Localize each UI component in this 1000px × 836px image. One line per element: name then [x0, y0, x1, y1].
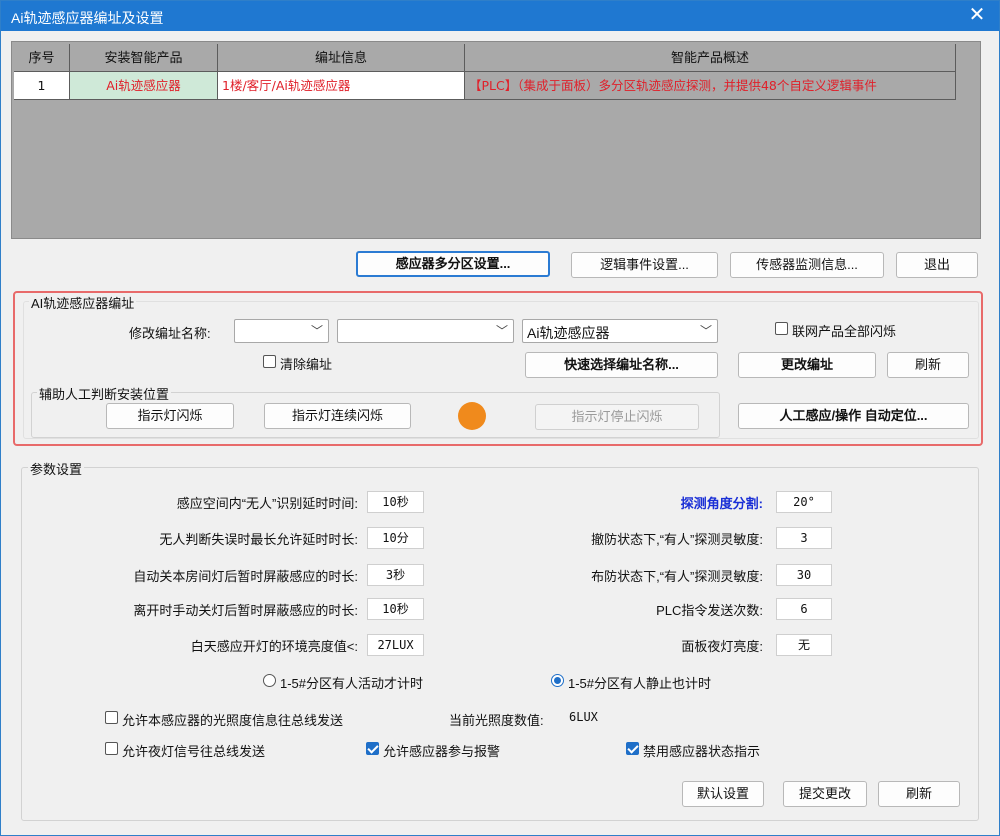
param-label-day-lux: 白天感应开灯的环境亮度值<:: [190, 639, 358, 654]
col-header-address[interactable]: 编址信息: [218, 44, 465, 72]
chevron-down-icon: ﹀: [495, 324, 508, 338]
param-field-vacancy-delay[interactable]: 10秒: [367, 491, 424, 513]
logic-events-button[interactable]: 逻辑事件设置...: [571, 252, 718, 278]
radio-static-timing-label: 1-5#分区有人静止也计时: [568, 676, 712, 691]
allow-nightlight-label: 允许夜灯信号往总线发送: [122, 744, 266, 759]
allow-light-info-checkbox[interactable]: [105, 711, 118, 724]
default-settings-button[interactable]: 默认设置: [682, 781, 764, 807]
param-field-day-lux[interactable]: 27LUX: [367, 634, 424, 656]
title-bar: Ai轨迹感应器编址及设置 ✕: [1, 1, 999, 31]
col-header-index[interactable]: 序号: [14, 44, 70, 72]
col-header-summary[interactable]: 智能产品概述: [465, 44, 956, 72]
address-select-device[interactable]: Ai轨迹感应器 ﹀: [522, 319, 718, 343]
allow-alarm-label: 允许感应器参与报警: [383, 744, 501, 759]
param-field-auto-off-mask[interactable]: 3秒: [367, 564, 424, 586]
param-label-plc-send-count: PLC指令发送次数:: [656, 603, 763, 618]
address-select-room[interactable]: ﹀: [337, 319, 514, 343]
chevron-down-icon: ﹀: [310, 324, 323, 338]
indicator-flash-button[interactable]: 指示灯闪烁: [106, 403, 234, 429]
submit-changes-button[interactable]: 提交更改: [783, 781, 867, 807]
assist-legend: 辅助人工判断安装位置: [37, 384, 172, 403]
row-product[interactable]: Ai轨迹感应器: [70, 72, 218, 100]
param-field-angle-split[interactable]: 20°: [776, 491, 832, 513]
allow-alarm-checkbox[interactable]: [366, 742, 379, 755]
param-field-max-delay[interactable]: 10分: [367, 527, 424, 549]
param-label-auto-off-mask: 自动关本房间灯后暂时屏蔽感应的时长:: [133, 569, 358, 584]
close-icon[interactable]: ✕: [965, 4, 989, 28]
param-label-night-light: 面板夜灯亮度:: [681, 639, 763, 654]
exit-button[interactable]: 退出: [896, 252, 978, 278]
select-value: Ai轨迹感应器: [527, 325, 610, 341]
disable-status-checkbox[interactable]: [626, 742, 639, 755]
param-label-max-delay: 无人判断失误时最长允许延时时长:: [159, 532, 358, 547]
manual-locate-button[interactable]: 人工感应/操作 自动定位...: [738, 403, 969, 429]
param-field-plc-send-count[interactable]: 6: [776, 598, 832, 620]
product-grid: 序号 安装智能产品 编址信息 智能产品概述 1 Ai轨迹感应器 1楼/客厅/Ai…: [11, 41, 981, 239]
param-label-vacancy-delay: 感应空间内“无人”识别延时时间:: [176, 496, 358, 511]
change-address-button[interactable]: 更改编址: [738, 352, 876, 378]
modify-name-label: 修改编址名称:: [129, 326, 211, 341]
addressing-refresh-button[interactable]: 刷新: [887, 352, 969, 378]
disable-status-label: 禁用感应器状态指示: [643, 744, 761, 759]
radio-activity-timing-label: 1-5#分区有人活动才计时: [280, 676, 424, 691]
clear-address-checkbox[interactable]: [263, 355, 276, 368]
clear-address-label: 清除编址: [280, 357, 333, 372]
radio-static-timing[interactable]: [551, 674, 564, 687]
param-label-arm-sensitivity: 布防状态下,“有人”探测灵敏度:: [591, 569, 763, 584]
row-address[interactable]: 1楼/客厅/Ai轨迹感应器: [218, 72, 465, 100]
addressing-legend: AI轨迹感应器编址: [29, 293, 137, 312]
current-lux-label: 当前光照度数值:: [449, 713, 544, 728]
link-all-flash-checkbox[interactable]: [775, 322, 788, 335]
allow-nightlight-checkbox[interactable]: [105, 742, 118, 755]
address-select-floor[interactable]: ﹀: [234, 319, 329, 343]
param-label-angle-split: 探测角度分割:: [680, 496, 763, 511]
link-all-flash-label: 联网产品全部闪烁: [792, 324, 897, 339]
indicator-stop-button[interactable]: 指示灯停止闪烁: [535, 404, 699, 430]
col-header-product[interactable]: 安装智能产品: [70, 44, 218, 72]
params-refresh-button[interactable]: 刷新: [878, 781, 960, 807]
dialog-window: Ai轨迹感应器编址及设置 ✕ 序号 安装智能产品 编址信息 智能产品概述 1 A…: [0, 0, 1000, 836]
allow-light-info-label: 允许本感应器的光照度信息往总线发送: [122, 713, 344, 728]
window-title: Ai轨迹感应器编址及设置: [11, 10, 164, 26]
param-field-disarm-sensitivity[interactable]: 3: [776, 527, 832, 549]
param-field-arm-sensitivity[interactable]: 30: [776, 564, 832, 586]
param-field-manual-off-mask[interactable]: 10秒: [367, 598, 424, 620]
param-field-night-light[interactable]: 无: [776, 634, 832, 656]
indicator-continuous-button[interactable]: 指示灯连续闪烁: [264, 403, 411, 429]
param-label-disarm-sensitivity: 撤防状态下,“有人”探测灵敏度:: [591, 532, 763, 547]
row-summary[interactable]: 【PLC】（集成于面板）多分区轨迹感应探测，并提供48个自定义逻辑事件: [465, 72, 956, 100]
params-legend: 参数设置: [28, 459, 85, 478]
current-lux-value: 6LUX: [569, 710, 598, 724]
radio-activity-timing[interactable]: [263, 674, 276, 687]
sensor-monitor-button[interactable]: 传感器监测信息...: [730, 252, 884, 278]
zone-settings-button[interactable]: 感应器多分区设置...: [356, 251, 550, 277]
indicator-status-dot: [458, 402, 486, 430]
row-index[interactable]: 1: [14, 72, 70, 100]
param-label-manual-off-mask: 离开时手动关灯后暂时屏蔽感应的时长:: [133, 603, 358, 618]
chevron-down-icon: ﹀: [699, 324, 712, 338]
params-group: [21, 467, 979, 821]
quick-select-button[interactable]: 快速选择编址名称...: [525, 352, 718, 378]
